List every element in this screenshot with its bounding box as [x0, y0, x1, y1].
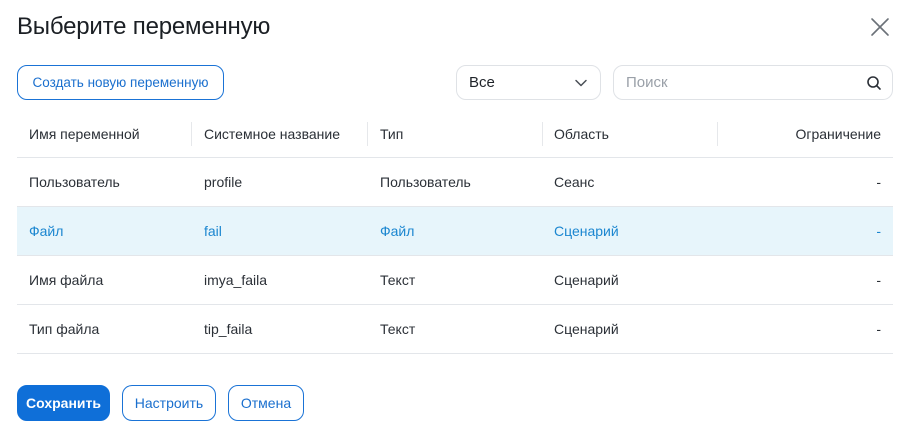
cell-restriction: - [876, 321, 881, 337]
column-divider [717, 122, 718, 146]
cell-system-name: tip_faila [204, 321, 253, 337]
cell-system-name: fail [204, 223, 222, 239]
cell-type: Файл [380, 223, 415, 239]
column-header-restriction[interactable]: Ограничение [795, 110, 881, 157]
table-row[interactable]: Пользователь profile Пользователь Сеанс … [17, 158, 893, 207]
table-row[interactable]: Имя файла imya_faila Текст Сценарий - [17, 256, 893, 305]
column-header-scope[interactable]: Область [554, 110, 609, 157]
cell-name: Пользователь [29, 174, 120, 190]
cell-scope: Сценарий [554, 223, 619, 239]
close-icon[interactable] [869, 16, 891, 38]
table-row-selected[interactable]: Файл fail Файл Сценарий - [17, 207, 893, 256]
cell-restriction: - [876, 174, 881, 190]
column-header-system-name[interactable]: Системное название [204, 110, 340, 157]
scope-filter-select[interactable]: Все [456, 65, 601, 100]
cell-system-name: profile [204, 174, 243, 190]
search-icon[interactable] [866, 75, 882, 91]
cell-scope: Сценарий [554, 272, 619, 288]
chevron-down-icon [575, 79, 587, 86]
search-input[interactable] [626, 74, 866, 91]
variable-picker-dialog: Выберите переменную Создать новую переме… [0, 0, 909, 442]
dialog-title: Выберите переменную [17, 13, 271, 40]
cell-restriction: - [876, 223, 881, 239]
create-variable-button[interactable]: Создать новую переменную [17, 65, 224, 100]
variables-table: Имя переменной Системное название Тип Об… [17, 110, 893, 354]
search-box [613, 65, 893, 100]
column-divider [367, 122, 368, 146]
cell-scope: Сценарий [554, 321, 619, 337]
table-row[interactable]: Тип файла tip_faila Текст Сценарий - [17, 305, 893, 354]
cell-type: Пользователь [380, 174, 471, 190]
cell-type: Текст [380, 321, 416, 337]
cell-scope: Сеанс [554, 174, 595, 190]
cell-restriction: - [876, 272, 881, 288]
table-header: Имя переменной Системное название Тип Об… [17, 110, 893, 158]
cell-type: Текст [380, 272, 416, 288]
column-header-type[interactable]: Тип [380, 110, 403, 157]
cell-name: Имя файла [29, 272, 104, 288]
cell-name: Файл [29, 223, 64, 239]
cell-name: Тип файла [29, 321, 100, 337]
cancel-button[interactable]: Отмена [228, 385, 304, 421]
configure-button[interactable]: Настроить [122, 385, 216, 421]
column-divider [191, 122, 192, 146]
cell-system-name: imya_faila [204, 272, 268, 288]
column-header-name[interactable]: Имя переменной [29, 110, 140, 157]
column-divider [542, 122, 543, 146]
save-button[interactable]: Сохранить [17, 385, 110, 421]
scope-filter-value: Все [469, 74, 495, 91]
